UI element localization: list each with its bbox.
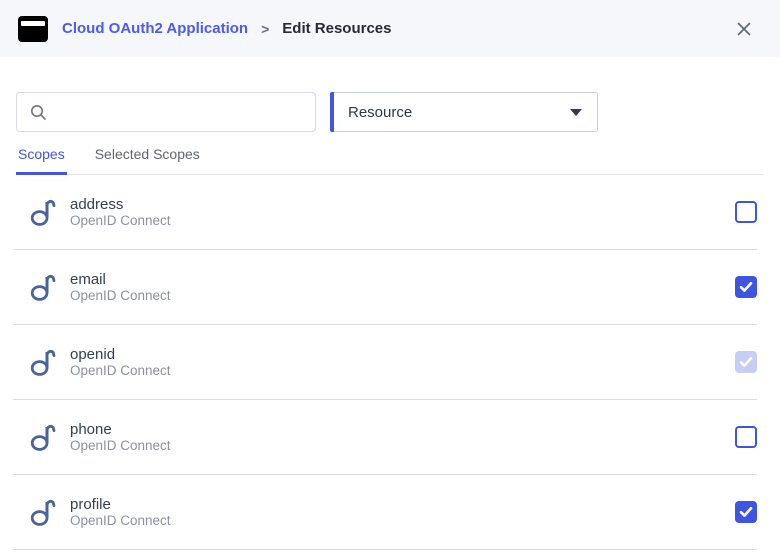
- openid-logo-icon: [30, 497, 56, 527]
- scope-checkbox: [735, 351, 757, 373]
- scope-name: openid: [70, 346, 171, 363]
- scope-row: openid OpenID Connect: [13, 325, 757, 400]
- search-input[interactable]: [57, 93, 315, 131]
- scope-name: phone: [70, 421, 171, 438]
- scope-type: OpenID Connect: [70, 288, 171, 304]
- modal-header: Cloud OAuth2 Application > Edit Resource…: [0, 0, 780, 57]
- close-button[interactable]: [732, 17, 756, 41]
- openid-logo-icon: [30, 197, 56, 227]
- scope-text: address OpenID Connect: [70, 196, 171, 229]
- filter-toolbar: Resource: [0, 92, 780, 132]
- search-icon: [30, 104, 47, 121]
- scope-row: email OpenID Connect: [13, 250, 757, 325]
- breadcrumb-chevron-icon: >: [261, 21, 269, 37]
- openid-logo-icon: [30, 422, 56, 452]
- scope-type: OpenID Connect: [70, 438, 171, 454]
- close-icon: [736, 21, 752, 37]
- openid-logo-icon: [30, 347, 56, 377]
- openid-logo-icon: [30, 272, 56, 302]
- scope-checkbox[interactable]: [735, 276, 757, 298]
- tab-bar: Scopes Selected Scopes: [16, 146, 764, 175]
- scope-type: OpenID Connect: [70, 363, 171, 379]
- scope-name: address: [70, 196, 171, 213]
- resource-dropdown-value: Resource: [348, 104, 412, 121]
- tab-selected-scopes[interactable]: Selected Scopes: [93, 146, 202, 175]
- resource-dropdown[interactable]: Resource: [330, 92, 598, 132]
- scope-name: profile: [70, 496, 171, 513]
- checkmark-icon: [739, 506, 753, 518]
- scopes-list: address OpenID Connect email OpenID Conn…: [13, 175, 757, 550]
- scope-row: address OpenID Connect: [13, 175, 757, 250]
- scope-type: OpenID Connect: [70, 213, 171, 229]
- scope-checkbox[interactable]: [735, 201, 757, 223]
- scope-text: profile OpenID Connect: [70, 496, 171, 529]
- application-window-icon: [18, 16, 48, 42]
- scope-checkbox[interactable]: [735, 426, 757, 448]
- search-box[interactable]: [16, 92, 316, 132]
- scope-text: openid OpenID Connect: [70, 346, 171, 379]
- scope-text: email OpenID Connect: [70, 271, 171, 304]
- page-title: Edit Resources: [282, 20, 391, 37]
- scope-row: profile OpenID Connect: [13, 475, 757, 550]
- scope-checkbox[interactable]: [735, 501, 757, 523]
- checkmark-icon: [739, 356, 753, 368]
- scope-type: OpenID Connect: [70, 513, 171, 529]
- dropdown-accent-bar: [330, 92, 334, 132]
- checkmark-icon: [739, 281, 753, 293]
- tab-scopes[interactable]: Scopes: [16, 146, 67, 175]
- chevron-down-icon: [570, 109, 582, 116]
- scope-name: email: [70, 271, 171, 288]
- scope-text: phone OpenID Connect: [70, 421, 171, 454]
- breadcrumb-app-link[interactable]: Cloud OAuth2 Application: [62, 20, 248, 37]
- scope-row: phone OpenID Connect: [13, 400, 757, 475]
